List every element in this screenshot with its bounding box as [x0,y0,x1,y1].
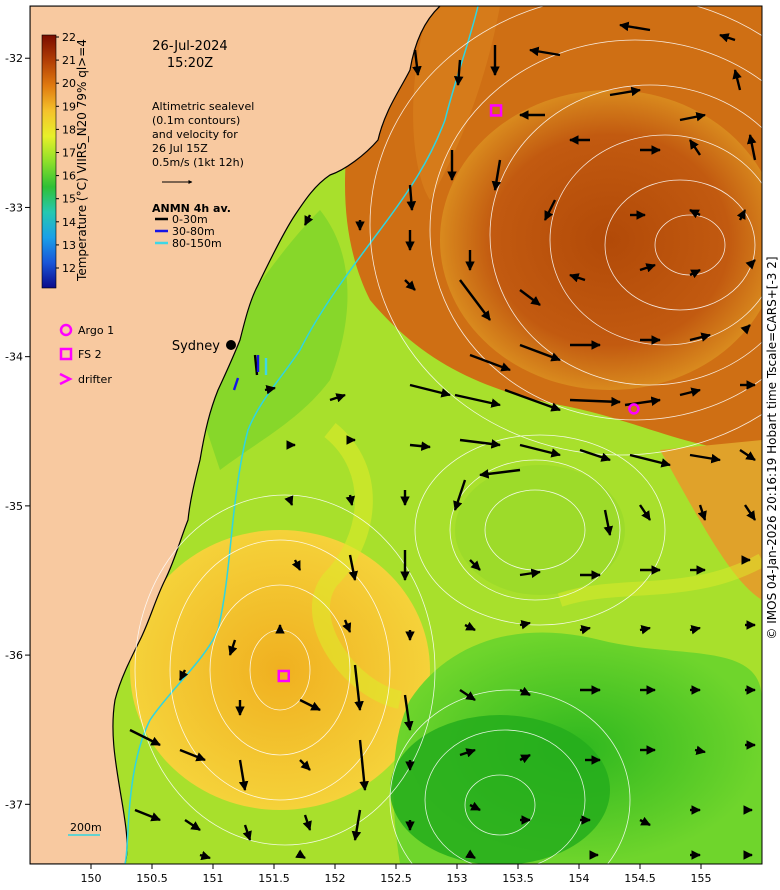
colorbar-tick-label: 20 [62,77,76,90]
colorbar-tick-label: 18 [62,123,76,136]
x-tick-label: 152.5 [380,872,412,885]
colorbar-tick-label: 22 [62,31,76,44]
map-time: 15:20Z [167,56,213,71]
colorbar-tick-label: 14 [62,216,76,229]
x-tick-label: 155 [691,872,712,885]
credit-text: © IMOS 04-Jan-2026 20:16:19 Hobart time … [765,256,779,639]
colorbar-tick-label: 15 [62,193,76,206]
sydney-label: Sydney [172,339,220,354]
x-tick-label: 153.5 [502,872,534,885]
colorbar-tick-label: 16 [62,170,76,183]
colorbar-tick-label: 19 [62,100,76,113]
platform-legend-item: drifter [78,373,112,386]
sydney-marker [226,340,236,350]
y-tick-label: -32 [5,52,23,65]
altimetry-line-4: 26 Jul 15Z [152,142,208,155]
x-tick-label: 154.5 [624,872,656,885]
y-axis: -32 -33 -34 -35 -36 -37 [5,52,30,811]
map-date: 26-Jul-2024 [152,39,227,54]
x-tick-label: 151 [203,872,224,885]
scale-label: 200m [70,821,102,834]
y-tick-label: -33 [5,201,23,214]
x-tick-label: 152 [325,872,346,885]
colorbar-tick-label: 21 [62,54,76,67]
platform-legend-item: FS 2 [78,348,102,361]
altimetry-line-2: (0.1m contours) [152,114,240,127]
x-tick-label: 151.5 [258,872,290,885]
colorbar-scale [41,34,57,289]
altimetry-line-5: 0.5m/s (1kt 12h) [152,156,244,169]
sst-map: 150 150.5 151 151.5 152 152.5 153 153.5 154 154.5… [5,5,779,885]
platform-legend-item: Argo 1 [78,324,114,337]
x-tick-label: 154 [569,872,590,885]
y-tick-label: -37 [5,798,23,811]
colorbar-tick-label: 12 [62,262,76,275]
altimetry-line-3: and velocity for [152,128,238,141]
x-tick-label: 150.5 [136,872,168,885]
y-tick-label: -35 [5,500,23,513]
warm-core-eddy [440,90,762,390]
y-tick-label: -36 [5,649,23,662]
y-tick-label: -34 [5,351,23,364]
x-tick-label: 150 [81,872,102,885]
colorbar-tick-label: 17 [62,147,76,160]
colorbar-label: Temperature (°C) VIIRS_N20 79% ql>=4 [75,39,89,282]
x-axis: 150 150.5 151 151.5 152 152.5 153 153.5 154 154.5… [81,864,712,885]
altimetry-line-1: Altimetric sealevel [152,100,254,113]
x-tick-label: 153 [447,872,468,885]
anmn-legend-item: 80-150m [172,237,222,250]
colorbar-tick-label: 13 [62,239,76,252]
